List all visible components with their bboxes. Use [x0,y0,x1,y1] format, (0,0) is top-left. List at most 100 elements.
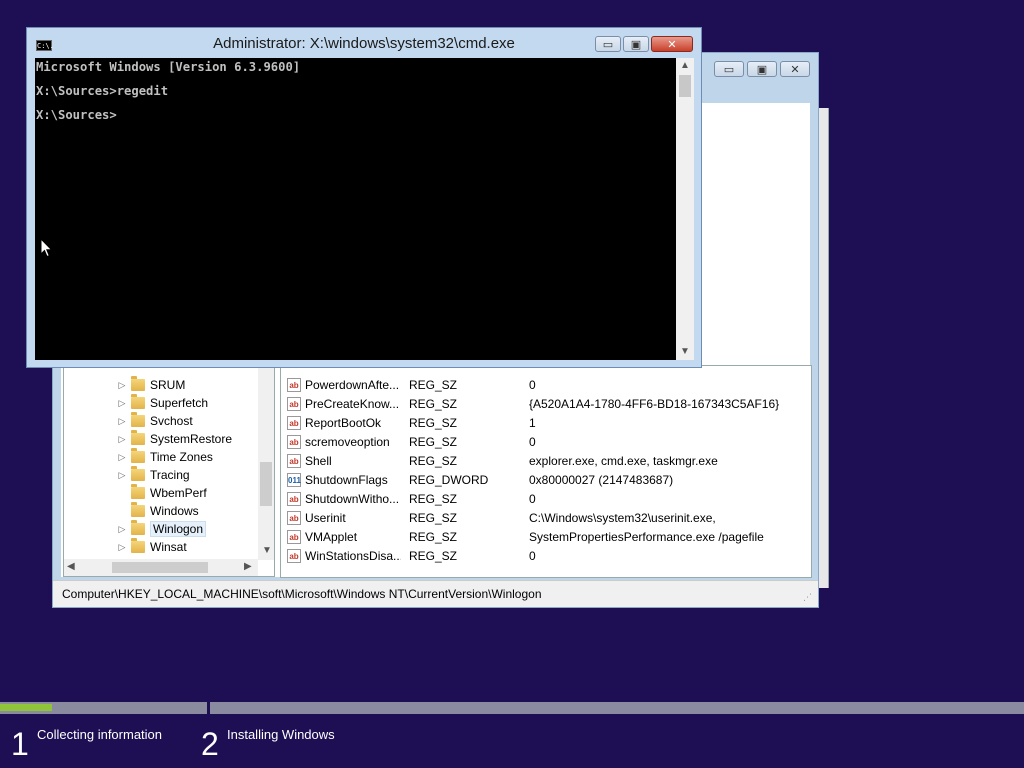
value-name: ReportBootOk [305,416,382,430]
reg-string-icon: ab [287,416,301,430]
tree-vertical-scrollbar[interactable] [258,366,274,560]
scroll-down-arrow-icon[interactable]: ▼ [262,545,272,556]
tree-item[interactable]: ▷ SystemRestore [116,430,232,448]
cmd-vertical-scrollbar[interactable]: ▲ ▼ [676,58,694,360]
reg-string-icon: ab [287,549,301,563]
tree-vertical-scroll-thumb[interactable] [260,462,272,506]
folder-icon [131,466,145,481]
tree-item[interactable]: ▷ Tracing [116,466,190,484]
tree-item[interactable]: ▷ SRUM [116,376,185,394]
stage-separator [207,702,210,714]
expand-arrow-icon[interactable]: ▷ [116,542,128,553]
value-row[interactable]: ab Userinit REG_SZ C:\Windows\system32\user… [281,509,811,528]
cmd-close-button[interactable]: ✕ [651,36,693,52]
cmd-caption-buttons: ▭ ▣ ✕ [595,36,693,52]
minimize-icon: ▭ [723,63,735,76]
scroll-down-arrow-icon[interactable]: ▼ [680,346,690,357]
close-icon: ✕ [667,38,677,51]
value-type: REG_SZ [409,416,458,430]
tree-item[interactable]: WbemPerf [116,484,207,502]
tree-item-label: Tracing [150,468,190,482]
scroll-up-arrow-icon[interactable]: ▲ [680,60,690,71]
regedit-window-edge [819,108,829,588]
expand-arrow-icon[interactable]: ▷ [116,416,128,427]
registry-values-list[interactable]: ab PowerdownAfte... REG_SZ 0 ab PreCreateKnow… [280,365,812,578]
tree-item[interactable]: ▷ Svchost [116,412,193,430]
value-row[interactable]: ab Shell REG_SZ explorer.exe, cmd.exe, task… [281,452,811,471]
tree-horizontal-scroll-thumb[interactable] [112,562,208,573]
expand-arrow-icon[interactable]: ▷ [116,398,128,409]
value-row[interactable]: ab scremoveoption REG_SZ 0 [281,433,811,452]
minimize-icon: ▭ [602,38,614,51]
reg-string-icon: ab [287,530,301,544]
value-name: PowerdownAfte... [305,378,400,392]
value-row[interactable]: 011 ShutdownFlags REG_DWORD 0x80000027 (214… [281,471,811,490]
expand-arrow-icon[interactable]: ▷ [116,434,128,445]
tree-item-label: Winsat [150,540,187,554]
value-row[interactable]: ab PowerdownAfte... REG_SZ 0 [281,376,811,395]
value-row[interactable]: ab ReportBootOk REG_SZ 1 [281,414,811,433]
folder-icon [131,412,145,427]
value-type: REG_SZ [409,397,458,411]
reg-string-icon: ab [287,397,301,411]
reg-dword-icon: 011 [287,473,301,487]
regedit-minimize-button[interactable]: ▭ [714,61,744,77]
value-type: REG_SZ [409,511,458,525]
folder-icon [131,538,145,553]
cmd-window[interactable]: C:\. Administrator: X:\windows\system32\… [26,27,702,368]
cmd-vertical-scroll-thumb[interactable] [679,75,691,97]
resize-grip-icon[interactable]: ⋰ [803,592,812,603]
stage-number: 1 [11,726,29,762]
reg-string-icon: ab [287,511,301,525]
tree-item[interactable]: ▷ Superfetch [116,394,208,412]
stage-number: 2 [201,726,219,762]
tree-item[interactable]: ▷ Time Zones [116,448,213,466]
tree-item[interactable]: Windows [116,502,199,520]
value-type: REG_SZ [409,530,458,544]
regedit-maximize-button[interactable]: ▣ [747,61,777,77]
value-name: WinStationsDisa... [305,549,401,563]
tree-item-label: WbemPerf [150,486,207,500]
console-output[interactable]: Microsoft Windows [Version 6.3.9600] X:\S… [35,58,676,360]
scroll-left-arrow-icon[interactable]: ◀ [67,561,75,572]
cmd-maximize-button[interactable]: ▣ [623,36,649,52]
value-name: VMApplet [305,530,358,544]
folder-icon [131,376,145,391]
expand-arrow-icon[interactable]: ▷ [116,470,128,481]
console-line: X:\Sources>regedit [36,84,169,98]
value-row[interactable]: ab PreCreateKnow... REG_SZ {A520A1A4-1780-4… [281,395,811,414]
registry-path: Computer\HKEY_LOCAL_MACHINE\soft\Microso… [62,587,542,601]
tree-item-label: Svchost [150,414,193,428]
value-row[interactable]: ab WinStationsDisa... REG_SZ 0 [281,547,811,566]
value-data: C:\Windows\system32\userinit.exe, [529,511,716,525]
value-data: explorer.exe, cmd.exe, taskmgr.exe [529,454,718,468]
value-name: PreCreateKnow... [305,397,400,411]
registry-tree[interactable]: ▷ SRUM ▷ Superfetch ▷ Svchost ▷ SystemRestore ▷ T… [63,365,275,577]
value-type: REG_DWORD [409,473,489,487]
regedit-close-button[interactable]: ✕ [780,61,810,77]
expand-arrow-icon[interactable]: ▷ [116,524,128,535]
cmd-minimize-button[interactable]: ▭ [595,36,621,52]
value-data: SystemPropertiesPerformance.exe /pagefil… [529,530,764,544]
tree-item-label: Winlogon [150,521,207,537]
stage1-progress-fill [0,704,52,711]
value-data: 0x80000027 (2147483687) [529,473,674,487]
value-type: REG_SZ [409,492,458,506]
tree-item[interactable]: ▷ Winsat [116,538,187,556]
tree-item[interactable]: ▷ Winlogon [116,520,207,538]
reg-string-icon: ab [287,454,301,468]
value-type: REG_SZ [409,454,458,468]
reg-string-icon: ab [287,492,301,506]
stage-label: Collecting information [37,727,163,742]
value-row[interactable]: ab VMApplet REG_SZ SystemPropertiesPerforma… [281,528,811,547]
regedit-status-bar: Computer\HKEY_LOCAL_MACHINE\soft\Microso… [53,580,818,607]
value-row[interactable]: ab ShutdownWitho... REG_SZ 0 [281,490,811,509]
scroll-right-arrow-icon[interactable]: ▶ [244,561,252,572]
expand-arrow-icon[interactable]: ▷ [116,380,128,391]
maximize-icon: ▣ [630,38,642,51]
tree-item-label: Time Zones [150,450,213,464]
value-name: Shell [305,454,332,468]
tree-horizontal-scrollbar[interactable]: ◀ ▶ [64,559,258,576]
value-name: Userinit [305,511,346,525]
expand-arrow-icon[interactable]: ▷ [116,452,128,463]
